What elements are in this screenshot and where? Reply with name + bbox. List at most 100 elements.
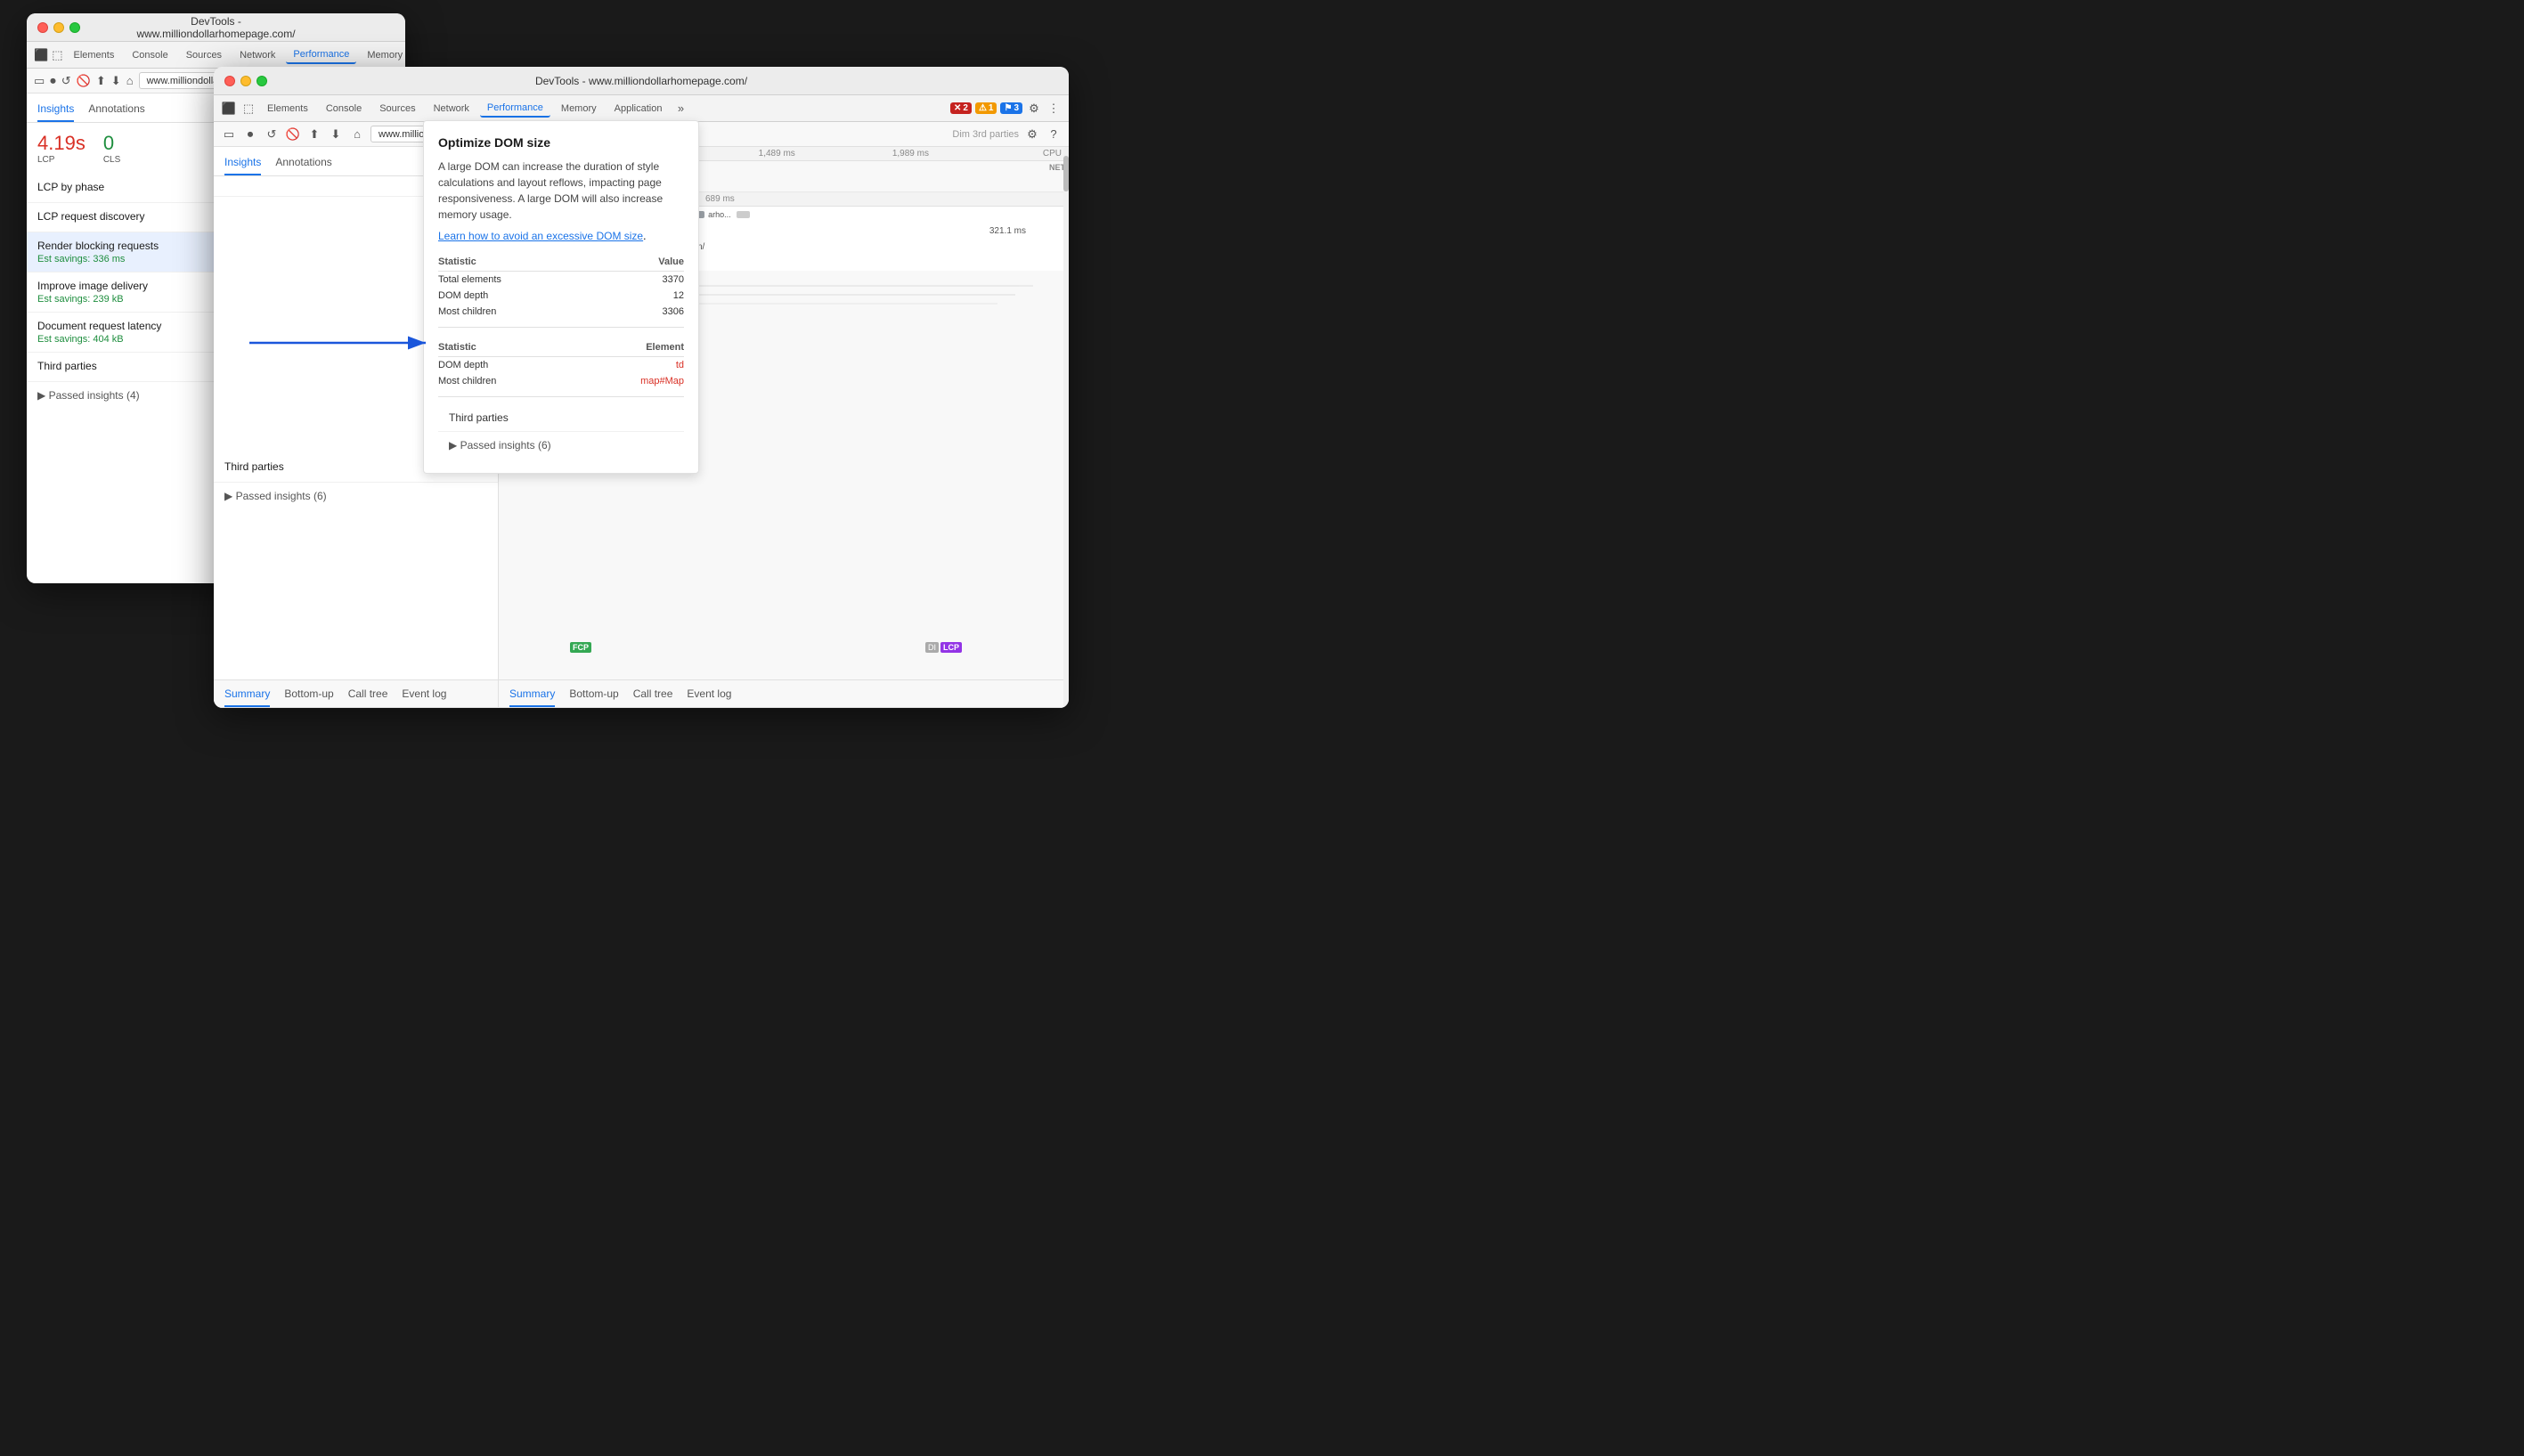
- cpu-label-front: CPU: [1026, 149, 1062, 159]
- stats-row-children-2: Most children map#Map: [438, 373, 684, 389]
- upload-back[interactable]: ⬆: [96, 73, 106, 89]
- tab-performance-front[interactable]: Performance: [480, 100, 550, 118]
- tab-summary-front[interactable]: Summary: [224, 684, 270, 707]
- tab-annotations-front[interactable]: Annotations: [275, 152, 331, 175]
- stats-th-value-1: Value: [613, 253, 684, 272]
- refresh-back[interactable]: ↺: [61, 73, 71, 89]
- toggle-sidebar-back[interactable]: ▭: [34, 73, 45, 89]
- tab-network-back[interactable]: Network: [232, 47, 282, 63]
- tab-sources-back[interactable]: Sources: [179, 47, 229, 63]
- stat-children2-label: Most children: [438, 373, 579, 389]
- net-label-arho: arho...: [708, 210, 731, 219]
- stats-table-2: Statistic Element DOM depth td Most chil…: [438, 338, 684, 389]
- stats-th-statistic-2: Statistic: [438, 338, 579, 357]
- ruler-mark-f3: 1,489 ms: [759, 149, 795, 159]
- tab-insights-back[interactable]: Insights: [37, 99, 74, 122]
- stat-depth2-label: DOM depth: [438, 357, 579, 374]
- optimize-dom-panel: Optimize DOM size A large DOM can increa…: [423, 120, 699, 474]
- cls-metric-back: 0 CLS: [103, 132, 120, 165]
- clear-back[interactable]: 🚫: [77, 73, 91, 89]
- more-options-front[interactable]: ⋮: [1046, 101, 1062, 117]
- help-icon-front[interactable]: ?: [1046, 126, 1062, 142]
- tab-memory-back[interactable]: Memory: [360, 47, 405, 63]
- stats-th-statistic-1: Statistic: [438, 253, 613, 272]
- bottom-tabs-sidebar-front: Summary Bottom-up Call tree Event log: [214, 679, 498, 708]
- download-front[interactable]: ⬇: [328, 126, 344, 142]
- net-bar-f3: [737, 211, 750, 218]
- third-parties-item[interactable]: Third parties: [438, 404, 684, 432]
- tab-summary-timeline-front[interactable]: Summary: [509, 684, 555, 707]
- stat-depth-value: 12: [613, 288, 684, 304]
- tab-sources-front[interactable]: Sources: [372, 101, 422, 117]
- stats-th-element-2: Element: [579, 338, 684, 357]
- cls-label-back: CLS: [103, 155, 120, 165]
- third-parties-label: Third parties: [449, 411, 509, 424]
- fcp-marker-front: FCP: [570, 640, 591, 653]
- stats-row-depth: DOM depth 12: [438, 288, 684, 304]
- passed-insights-front[interactable]: ▶ Passed insights (6): [214, 483, 498, 509]
- bottom-tabs-front: Summary Bottom-up Call tree Event log: [499, 679, 1069, 708]
- stats-row-depth-2: DOM depth td: [438, 357, 684, 374]
- badge-errors-front: ✕ 2: [950, 102, 972, 114]
- tab-application-front[interactable]: Application: [607, 101, 670, 117]
- scrollbar-thumb-front[interactable]: [1063, 156, 1069, 191]
- stat-total-value: 3370: [613, 272, 684, 289]
- tab-insights-front[interactable]: Insights: [224, 152, 261, 175]
- maximize-button-front[interactable]: [256, 76, 267, 86]
- tab-network-front[interactable]: Network: [427, 101, 476, 117]
- tab-bottomup-timeline-front[interactable]: Bottom-up: [569, 684, 618, 707]
- tab-elements-back[interactable]: Elements: [66, 47, 121, 63]
- tab-elements-front[interactable]: Elements: [260, 101, 315, 117]
- scrollbar-front[interactable]: [1063, 147, 1069, 708]
- stat-depth-label: DOM depth: [438, 288, 613, 304]
- traffic-lights-back: [37, 22, 80, 33]
- tab-console-front[interactable]: Console: [319, 101, 369, 117]
- tab-calltree-front[interactable]: Call tree: [348, 684, 388, 707]
- dock-icon[interactable]: ⬛: [34, 47, 48, 63]
- tab-console-back[interactable]: Console: [125, 47, 175, 63]
- upload-front[interactable]: ⬆: [306, 126, 322, 142]
- toggle-sidebar-front[interactable]: ▭: [221, 126, 237, 142]
- more-tabs-front[interactable]: »: [672, 101, 688, 117]
- tab-calltree-timeline-front[interactable]: Call tree: [633, 684, 673, 707]
- inspect-icon-front[interactable]: ⬚: [240, 101, 256, 117]
- dock-icon-front[interactable]: ⬛: [221, 101, 237, 117]
- home-back[interactable]: ⌂: [126, 73, 134, 89]
- stat-depth2-value: td: [579, 357, 684, 374]
- optimize-title: Optimize DOM size: [438, 135, 684, 150]
- download-back[interactable]: ⬇: [111, 73, 121, 89]
- badge-warnings-front: ⚠ 1: [975, 102, 997, 114]
- stats-divider: [438, 327, 684, 328]
- tab-eventlog-timeline-front[interactable]: Event log: [687, 684, 731, 707]
- maximize-button-back[interactable]: [69, 22, 80, 33]
- tab-bottomup-front[interactable]: Bottom-up: [284, 684, 333, 707]
- window-title-back: DevTools - www.milliondollarhomepage.com…: [121, 15, 311, 40]
- inspect-icon[interactable]: ⬚: [52, 47, 62, 63]
- settings-icon-front[interactable]: ⚙: [1026, 101, 1042, 117]
- lcp-label-back: LCP: [37, 155, 85, 165]
- tab-annotations-back[interactable]: Annotations: [88, 99, 144, 122]
- lcp-value-back: 4.19s: [37, 132, 85, 155]
- badge-flags-front: ⚑ 3: [1000, 102, 1022, 114]
- cls-value-back: 0: [103, 132, 120, 155]
- home-front[interactable]: ⌂: [349, 126, 365, 142]
- stats-divider-2: [438, 396, 684, 397]
- clear-front[interactable]: 🚫: [285, 126, 301, 142]
- tab-memory-front[interactable]: Memory: [554, 101, 604, 117]
- optimize-desc: A large DOM can increase the duration of…: [438, 159, 684, 223]
- minimize-button-front[interactable]: [240, 76, 251, 86]
- close-button-front[interactable]: [224, 76, 235, 86]
- minimize-button-back[interactable]: [53, 22, 64, 33]
- optimize-link[interactable]: Learn how to avoid an excessive DOM size: [438, 230, 643, 242]
- tab-eventlog-front[interactable]: Event log: [402, 684, 446, 707]
- refresh-front[interactable]: ↺: [264, 126, 280, 142]
- record-back[interactable]: ⏺: [50, 73, 56, 89]
- stat-children-label: Most children: [438, 304, 613, 320]
- passed-insights-panel[interactable]: ▶ Passed insights (6): [438, 432, 684, 459]
- close-button-back[interactable]: [37, 22, 48, 33]
- ruler-mark-f4: 1,989 ms: [892, 149, 929, 159]
- record-front[interactable]: ⏺: [242, 126, 258, 142]
- dim-3rd-front: Dim 3rd parties: [952, 129, 1019, 140]
- settings2-icon-front[interactable]: ⚙: [1024, 126, 1040, 142]
- tab-performance-back[interactable]: Performance: [286, 46, 356, 64]
